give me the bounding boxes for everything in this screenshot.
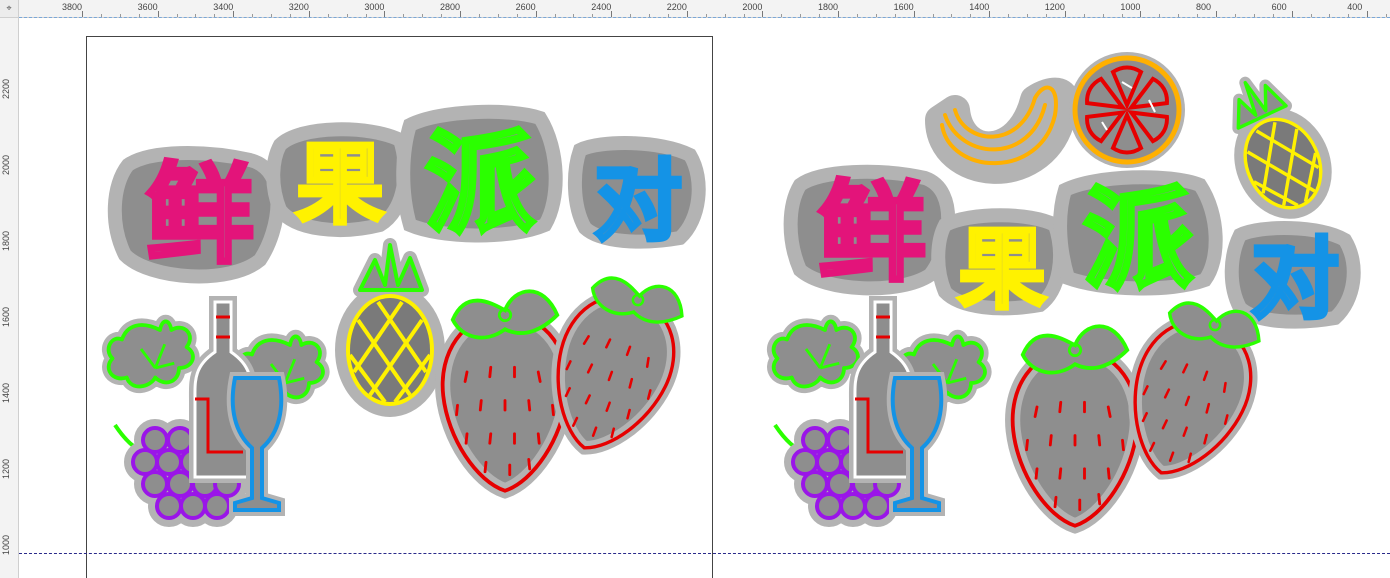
title-char-pai-right[interactable]: 派: [1053, 170, 1223, 306]
svg-text:派: 派: [1083, 176, 1193, 304]
pineapple-icon[interactable]: [342, 245, 438, 410]
title-char-guo-left[interactable]: 果: [266, 122, 412, 238]
artwork-layer[interactable]: 鲜 果 派 对 鲜 果 派 对: [0, 0, 1390, 578]
ruler-origin-corner[interactable]: ⌖: [0, 0, 19, 18]
title-char-pai-left[interactable]: 派: [396, 104, 563, 250]
strawberry-icon[interactable]: [443, 291, 568, 491]
title-char-xian-right[interactable]: 鲜: [783, 164, 956, 298]
pineapple-icon[interactable]: [1208, 65, 1341, 227]
title-char-guo-right[interactable]: 果: [931, 208, 1067, 323]
svg-text:果: 果: [958, 218, 1046, 321]
banana-icon[interactable]: [940, 88, 1065, 169]
svg-text:派: 派: [425, 120, 535, 248]
svg-text:对: 对: [594, 150, 682, 253]
svg-text:鲜: 鲜: [146, 153, 254, 278]
svg-text:鲜: 鲜: [818, 171, 926, 296]
svg-text:果: 果: [296, 133, 384, 236]
title-char-xian-left[interactable]: 鲜: [107, 146, 285, 284]
orange-slice-icon[interactable]: [1069, 52, 1185, 168]
title-char-dui-left[interactable]: 对: [567, 136, 706, 255]
strawberry-icon[interactable]: [1013, 326, 1138, 526]
svg-text:对: 对: [1251, 228, 1339, 331]
